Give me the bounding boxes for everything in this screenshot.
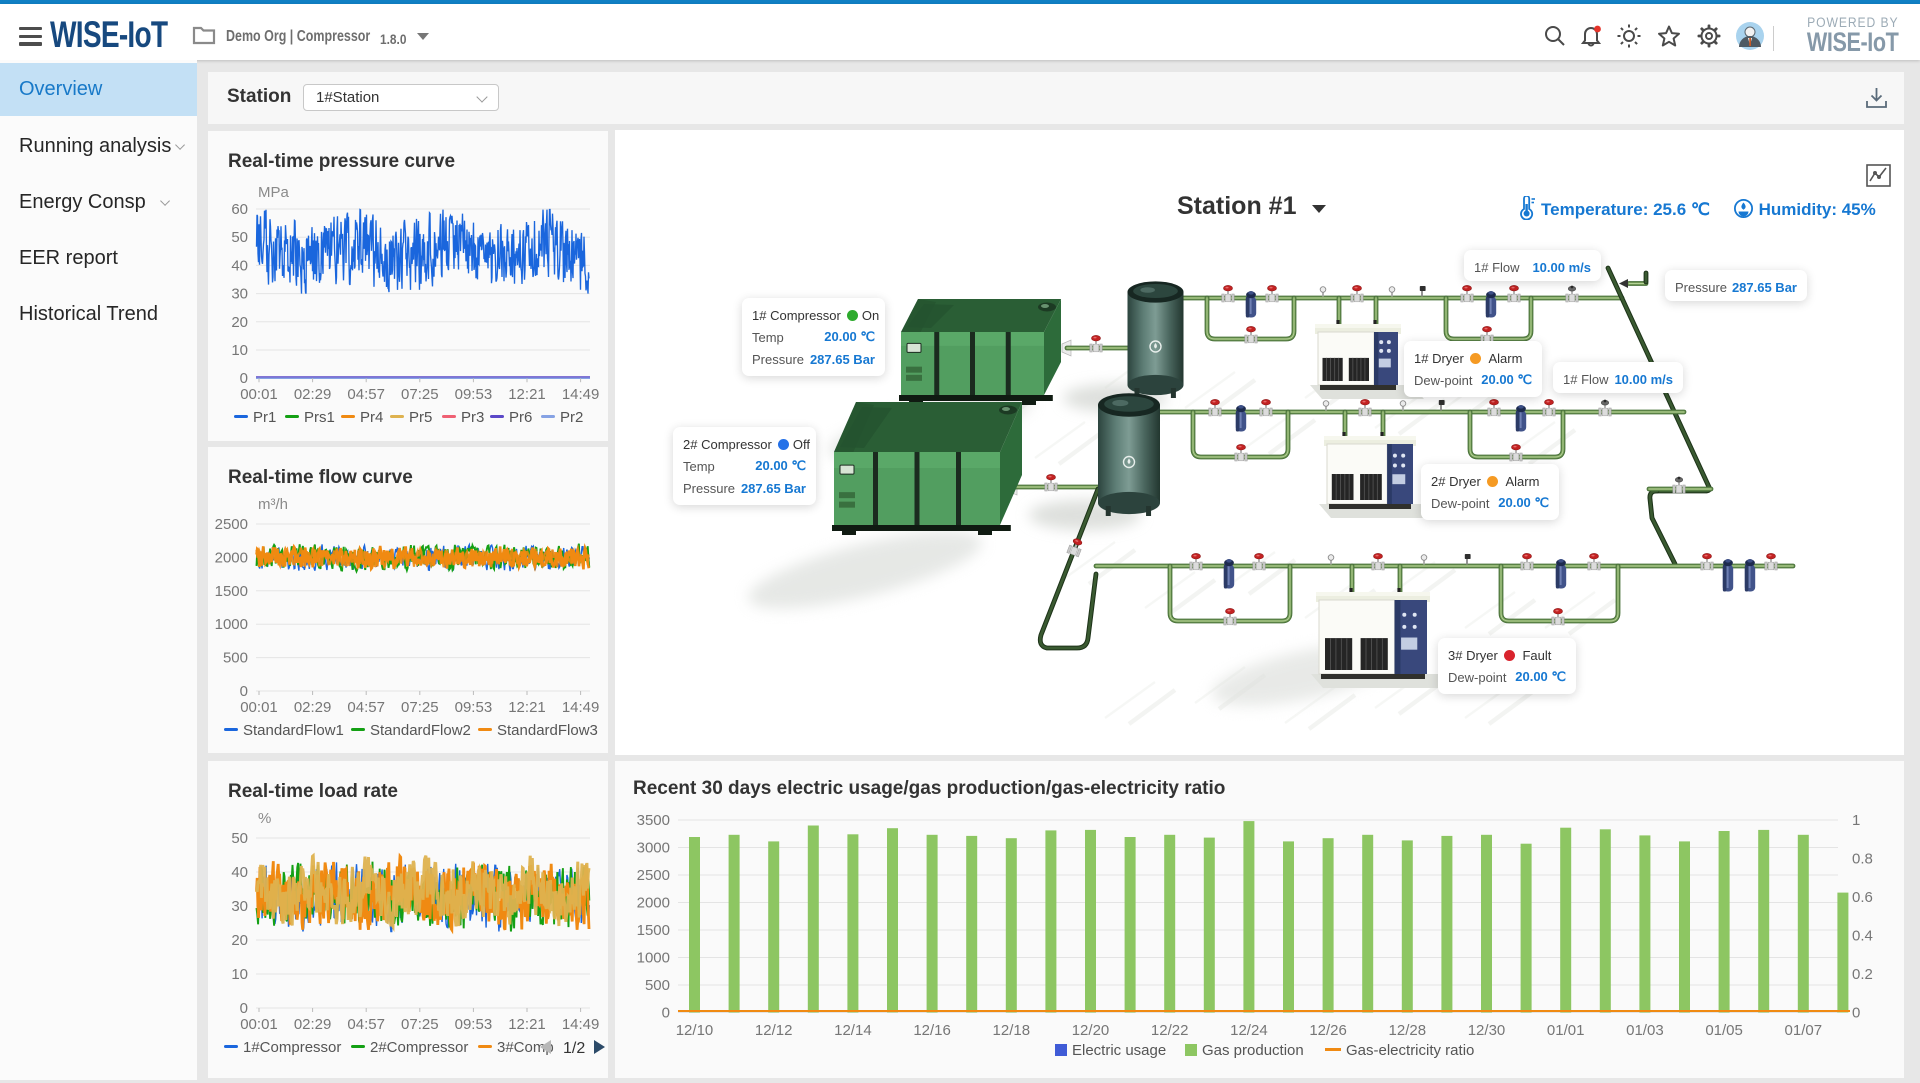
svg-text:0: 0 — [1852, 1005, 1860, 1022]
svg-text:2500: 2500 — [637, 867, 670, 884]
svg-text:0.4: 0.4 — [1852, 928, 1873, 945]
svg-text:12/26: 12/26 — [1309, 1022, 1347, 1039]
svg-text:0.6: 0.6 — [1852, 889, 1873, 906]
svg-text:2000: 2000 — [637, 895, 670, 912]
svg-text:1500: 1500 — [215, 583, 248, 600]
svg-text:0.8: 0.8 — [1852, 851, 1873, 868]
svg-text:3500: 3500 — [637, 812, 670, 829]
svg-text:50: 50 — [231, 830, 248, 847]
svg-text:12/18: 12/18 — [993, 1022, 1031, 1039]
svg-text:Electric usage: Electric usage — [1072, 1042, 1166, 1059]
svg-text:01/01: 01/01 — [1547, 1022, 1585, 1039]
svg-text:0: 0 — [240, 1000, 248, 1017]
svg-text:Gas-electricity ratio: Gas-electricity ratio — [1346, 1042, 1474, 1059]
svg-text:1/2: 1/2 — [563, 1040, 585, 1057]
svg-text:Pr2: Pr2 — [560, 409, 583, 426]
svg-text:Pr1: Pr1 — [253, 409, 276, 426]
svg-text:01/03: 01/03 — [1626, 1022, 1664, 1039]
svg-text:Gas production: Gas production — [1202, 1042, 1304, 1059]
svg-text:0: 0 — [240, 683, 248, 700]
svg-text:m³/h: m³/h — [258, 496, 288, 513]
svg-text:07:25: 07:25 — [401, 1016, 439, 1033]
svg-text:14:49: 14:49 — [562, 386, 600, 403]
svg-text:Real-time pressure curve: Real-time pressure curve — [228, 151, 455, 172]
svg-text:12/22: 12/22 — [1151, 1022, 1189, 1039]
svg-text:40: 40 — [231, 864, 248, 881]
svg-text:04:57: 04:57 — [347, 386, 385, 403]
svg-text:12/12: 12/12 — [755, 1022, 793, 1039]
svg-text:07:25: 07:25 — [401, 699, 439, 716]
svg-text:30: 30 — [231, 898, 248, 915]
svg-text:MPa: MPa — [258, 184, 290, 201]
svg-text:00:01: 00:01 — [240, 1016, 278, 1033]
svg-text:20: 20 — [231, 314, 248, 331]
svg-text:StandardFlow1: StandardFlow1 — [243, 722, 344, 739]
svg-text:12/20: 12/20 — [1072, 1022, 1110, 1039]
svg-text:20: 20 — [231, 932, 248, 949]
svg-text:01/07: 01/07 — [1785, 1022, 1823, 1039]
svg-text:Recent 30 days electric usage/: Recent 30 days electric usage/gas produc… — [633, 778, 1225, 799]
svg-text:%: % — [258, 810, 271, 827]
svg-text:Pr3: Pr3 — [461, 409, 484, 426]
svg-text:12/16: 12/16 — [913, 1022, 951, 1039]
svg-text:12:21: 12:21 — [508, 386, 546, 403]
svg-text:2000: 2000 — [215, 549, 248, 566]
svg-text:1000: 1000 — [637, 950, 670, 967]
svg-text:10: 10 — [231, 966, 248, 983]
svg-text:12/10: 12/10 — [676, 1022, 714, 1039]
svg-text:50: 50 — [231, 229, 248, 246]
svg-text:12:21: 12:21 — [508, 699, 546, 716]
svg-text:StandardFlow2: StandardFlow2 — [370, 722, 471, 739]
svg-text:1500: 1500 — [637, 922, 670, 939]
svg-text:10: 10 — [231, 342, 248, 359]
svg-text:01/05: 01/05 — [1705, 1022, 1743, 1039]
svg-text:09:53: 09:53 — [455, 699, 493, 716]
svg-text:00:01: 00:01 — [240, 699, 278, 716]
svg-text:12/30: 12/30 — [1468, 1022, 1506, 1039]
svg-text:30: 30 — [231, 286, 248, 303]
svg-text:StandardFlow3: StandardFlow3 — [497, 722, 598, 739]
svg-text:0.2: 0.2 — [1852, 966, 1873, 983]
svg-text:Pr5: Pr5 — [409, 409, 432, 426]
svg-text:00:01: 00:01 — [240, 386, 278, 403]
svg-text:Real-time flow curve: Real-time flow curve — [228, 467, 413, 488]
svg-text:14:49: 14:49 — [562, 699, 600, 716]
svg-text:2500: 2500 — [215, 516, 248, 533]
svg-text:12/14: 12/14 — [834, 1022, 872, 1039]
svg-text:1000: 1000 — [215, 616, 248, 633]
svg-text:02:29: 02:29 — [294, 699, 332, 716]
svg-text:Pr4: Pr4 — [360, 409, 383, 426]
svg-text:Pr6: Pr6 — [509, 409, 532, 426]
svg-text:500: 500 — [645, 977, 670, 994]
svg-text:14:49: 14:49 — [562, 1016, 600, 1033]
svg-text:500: 500 — [223, 650, 248, 667]
svg-text:02:29: 02:29 — [294, 1016, 332, 1033]
svg-text:40: 40 — [231, 257, 248, 274]
svg-text:04:57: 04:57 — [347, 1016, 385, 1033]
svg-text:3000: 3000 — [637, 840, 670, 857]
svg-text:02:29: 02:29 — [294, 386, 332, 403]
svg-text:07:25: 07:25 — [401, 386, 439, 403]
svg-text:0: 0 — [240, 370, 248, 387]
svg-text:1: 1 — [1852, 812, 1860, 829]
svg-text:60: 60 — [231, 201, 248, 218]
svg-text:04:57: 04:57 — [347, 699, 385, 716]
svg-text:Prs1: Prs1 — [304, 409, 335, 426]
svg-text:12/28: 12/28 — [1389, 1022, 1427, 1039]
svg-text:0: 0 — [662, 1005, 670, 1022]
svg-text:2#Compressor: 2#Compressor — [370, 1039, 468, 1056]
svg-text:09:53: 09:53 — [455, 386, 493, 403]
svg-text:12:21: 12:21 — [508, 1016, 546, 1033]
svg-text:Real-time load rate: Real-time load rate — [228, 781, 398, 802]
svg-text:09:53: 09:53 — [455, 1016, 493, 1033]
svg-text:1#Compressor: 1#Compressor — [243, 1039, 341, 1056]
svg-text:12/24: 12/24 — [1230, 1022, 1268, 1039]
